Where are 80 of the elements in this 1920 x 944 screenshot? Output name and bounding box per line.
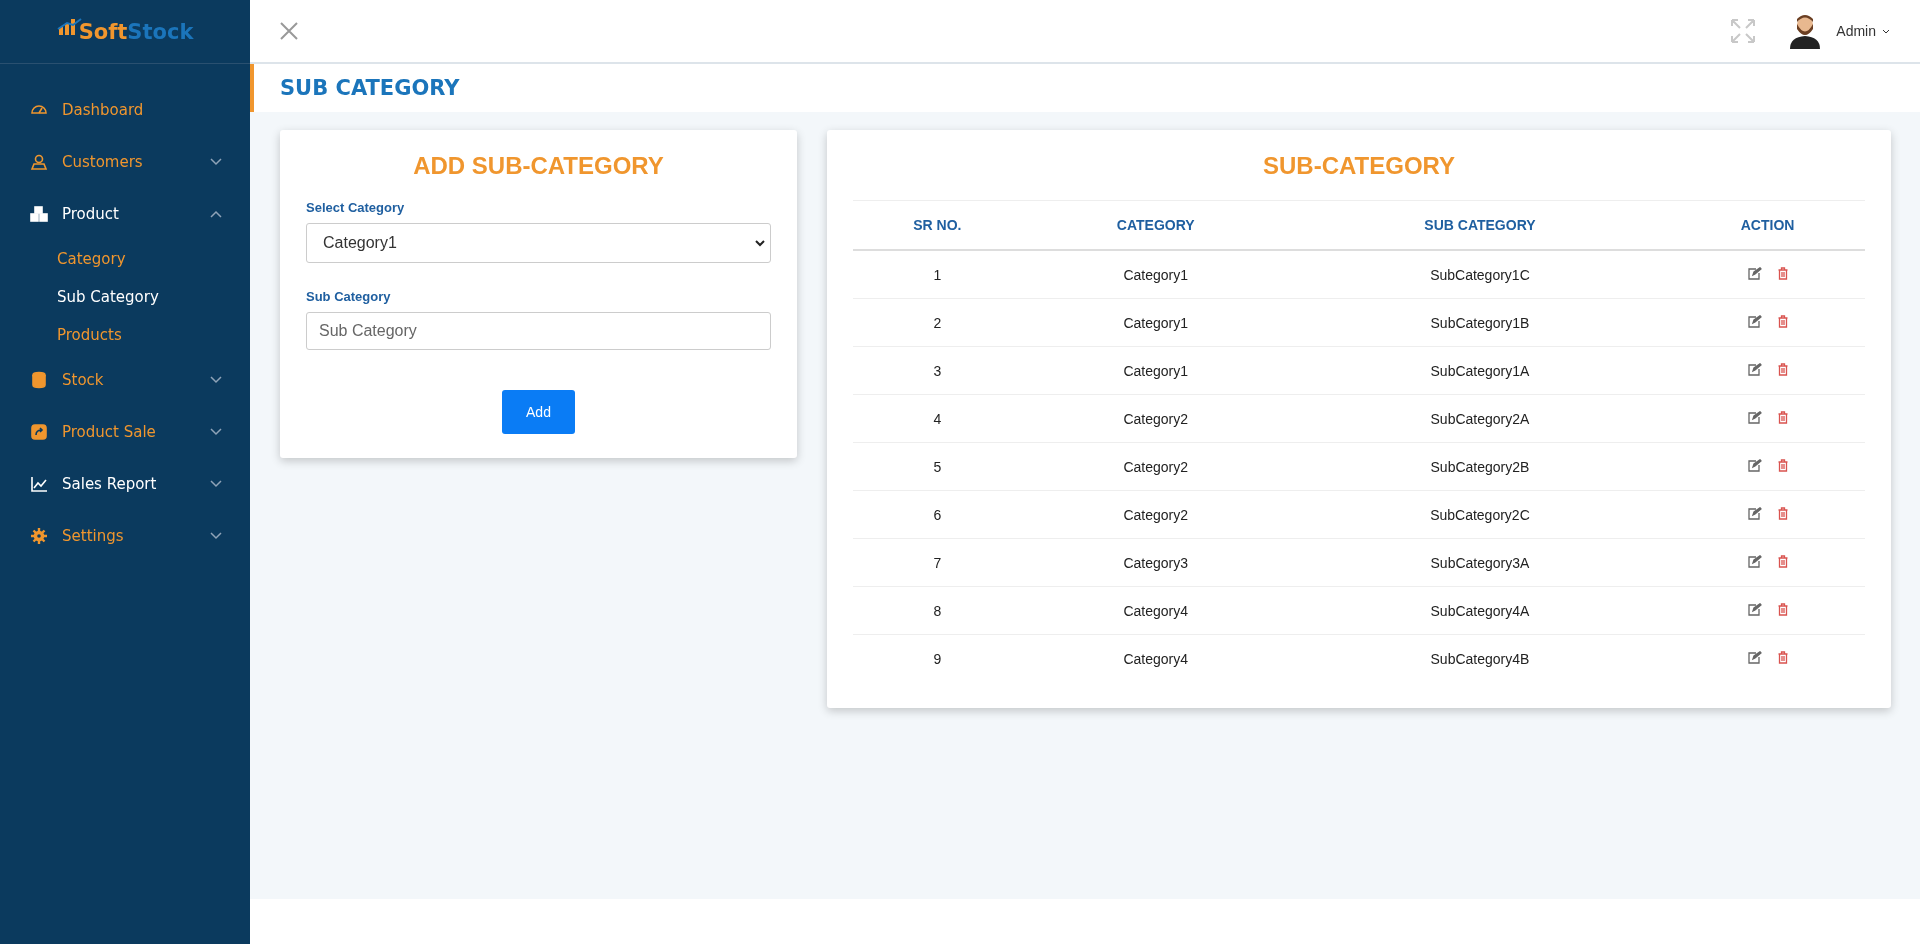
column-header: CATEGORY (1021, 200, 1290, 250)
table-cell: Category2 (1021, 490, 1290, 539)
boxes-icon (30, 205, 48, 223)
share-icon (30, 423, 48, 441)
chart-icon (30, 475, 48, 493)
nav-item[interactable]: Dashboard (0, 84, 250, 136)
edit-icon[interactable] (1747, 650, 1762, 664)
trash-icon[interactable] (1777, 554, 1788, 568)
table-cell: Category2 (1021, 442, 1290, 491)
table-cell: 9 (853, 634, 1022, 682)
trash-icon[interactable] (1777, 410, 1788, 424)
table-cell: 6 (853, 490, 1022, 539)
category-select[interactable]: Category1 (306, 223, 771, 263)
table-cell: SubCategory4B (1289, 634, 1671, 682)
table-cell: 4 (853, 394, 1022, 443)
nav-item[interactable]: Product (0, 188, 250, 240)
edit-icon[interactable] (1747, 314, 1762, 328)
card-title: SUB-CATEGORY (1262, 152, 1456, 180)
edit-icon[interactable] (1747, 362, 1762, 376)
edit-icon[interactable] (1747, 602, 1762, 616)
table-cell: Category1 (1021, 346, 1290, 395)
trash-icon[interactable] (1777, 602, 1788, 616)
table-cell: 2 (853, 298, 1022, 347)
trash-icon[interactable] (1777, 314, 1788, 328)
table-cell: SubCategory4A (1289, 586, 1671, 635)
table-cell: 7 (853, 538, 1022, 587)
gear-icon (30, 527, 48, 545)
chevron-icon (755, 239, 765, 247)
card-title: ADD SUB-CATEGORY (412, 152, 665, 180)
add-button[interactable]: Add (502, 390, 575, 434)
edit-icon[interactable] (1747, 410, 1762, 424)
nav-item[interactable]: Sales Report (0, 458, 250, 510)
table-cell: SubCategory3A (1289, 538, 1671, 587)
nav-item[interactable]: Customers (0, 136, 250, 188)
table-cell: Category1 (1021, 250, 1290, 299)
table-cell: SubCategory2C (1289, 490, 1671, 539)
table-cell: Category2 (1021, 394, 1290, 443)
trash-icon[interactable] (1777, 266, 1788, 280)
nav-subitem[interactable]: Sub Category (0, 278, 250, 316)
table-cell: Category4 (1021, 634, 1290, 682)
field-label: Select Category (306, 200, 406, 215)
column-header: SR NO. (853, 200, 1022, 250)
column-header: SUB CATEGORY (1289, 200, 1671, 250)
trash-icon[interactable] (1777, 458, 1788, 472)
table-cell: Category1 (1021, 298, 1290, 347)
trash-icon[interactable] (1777, 506, 1788, 520)
nav-item[interactable]: Stock (0, 354, 250, 406)
table-cell: SubCategory2A (1289, 394, 1671, 443)
field-label: Sub Category (306, 289, 392, 304)
table-cell: 5 (853, 442, 1022, 491)
edit-icon[interactable] (1747, 458, 1762, 472)
table-cell: Category3 (1021, 538, 1290, 587)
table-cell: 1 (853, 250, 1022, 299)
caret-icon (1882, 28, 1890, 34)
table-cell: SubCategory1C (1289, 250, 1671, 299)
sub-category-input[interactable]: Sub Category (306, 312, 771, 350)
table-cell: SubCategory2B (1289, 442, 1671, 491)
nav-subitem[interactable]: Products (0, 316, 250, 354)
edit-icon[interactable] (1747, 506, 1762, 520)
trash-icon[interactable] (1777, 362, 1788, 376)
page-title: SUB CATEGORY (280, 76, 460, 100)
edit-icon[interactable] (1747, 266, 1762, 280)
table-cell: Category4 (1021, 586, 1290, 635)
trash-icon[interactable] (1777, 650, 1788, 664)
logo-text: Stock (127, 19, 194, 44)
table-cell: 3 (853, 346, 1022, 395)
user-menu[interactable]: Admin (1836, 23, 1890, 39)
user-icon (30, 153, 48, 171)
table-cell: SubCategory1B (1289, 298, 1671, 347)
nav-item[interactable]: Settings (0, 510, 250, 562)
database-icon (30, 371, 48, 389)
close-icon[interactable] (280, 22, 298, 40)
table-cell: 8 (853, 586, 1022, 635)
edit-icon[interactable] (1747, 554, 1762, 568)
nav-subitem[interactable]: Category (0, 240, 250, 278)
nav-item[interactable]: Product Sale (0, 406, 250, 458)
column-header: ACTION (1670, 200, 1865, 250)
table-cell: SubCategory1A (1289, 346, 1671, 395)
logo-text: Soft (78, 19, 128, 44)
avatar-icon[interactable] (1788, 13, 1823, 49)
